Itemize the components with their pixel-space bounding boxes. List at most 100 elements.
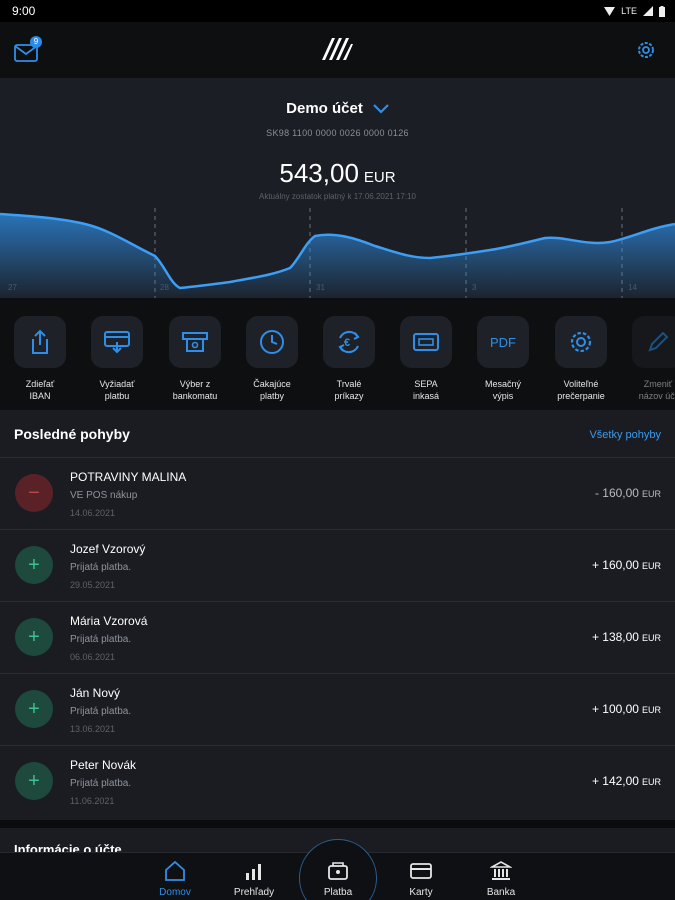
chart-tick: 3 xyxy=(472,283,477,292)
transaction-amount: + 138,00 EUR xyxy=(592,630,661,644)
transaction-date: 14.06.2021 xyxy=(70,508,116,518)
card-icon xyxy=(410,863,432,879)
action-label: Voliteľné prečerpanie xyxy=(557,379,605,401)
amount-currency: EUR xyxy=(641,489,661,499)
nav-overviews[interactable]: Prehľady xyxy=(219,859,289,898)
nav-label: Banka xyxy=(486,887,516,898)
transaction-name: Jozef Vzorový xyxy=(70,542,146,556)
nav-payment[interactable]: Platba xyxy=(303,859,373,898)
transaction-date: 29.05.2021 xyxy=(70,580,116,590)
all-transactions-link[interactable]: Všetky pohyby xyxy=(589,429,661,441)
transaction-description: Prijatá platba. xyxy=(70,562,132,573)
signal-icon xyxy=(643,6,653,16)
chart-tick: 28 xyxy=(160,283,169,292)
bar-chart-icon xyxy=(246,864,261,880)
nav-bank[interactable]: Banka xyxy=(466,859,536,898)
bottom-navigation: Domov Prehľady Platba Karty Banka xyxy=(0,839,675,900)
transaction-description: Prijatá platba. xyxy=(70,778,132,789)
account-name: Demo účet xyxy=(286,100,363,117)
action-pending-payments[interactable]: Čakajúce platby xyxy=(245,316,299,402)
action-label: Zdieľať IBAN xyxy=(25,379,55,401)
action-label: Zmeniť názov úč. xyxy=(638,379,675,401)
bank-logo xyxy=(322,38,353,60)
transaction-name: Mária Vzorová xyxy=(70,614,148,628)
action-optional-overdraft[interactable]: Voliteľné prečerpanie xyxy=(554,316,608,402)
action-rename-account[interactable]: Zmeniť názov úč. xyxy=(631,316,675,402)
amount-value: + 160,00 xyxy=(591,558,639,572)
transaction-date: 06.06.2021 xyxy=(70,652,116,662)
account-iban: SK98 1100 0000 0026 0000 0126 xyxy=(266,128,409,138)
share-icon xyxy=(32,329,48,354)
transaction-row[interactable]: + Jozef Vzorový Prijatá platba. 29.05.20… xyxy=(0,529,675,601)
gear-icon xyxy=(570,331,592,353)
action-request-payment[interactable]: Vyžiadať platbu xyxy=(90,316,144,402)
standing-order-icon: € xyxy=(338,330,360,354)
nav-label: Domov xyxy=(159,887,191,898)
transaction-description: VE POS nákup xyxy=(70,490,138,501)
account-selector[interactable]: Demo účet xyxy=(0,100,675,117)
action-label: Výber z bankomatu xyxy=(172,379,218,401)
transaction-name: POTRAVINY MALINA xyxy=(70,470,187,484)
nav-home[interactable]: Domov xyxy=(140,859,210,898)
nav-cards[interactable]: Karty xyxy=(386,859,456,898)
credit-icon: + xyxy=(15,546,53,584)
transaction-row[interactable]: + Peter Novák Prijatá platba. 11.06.2021… xyxy=(0,745,675,817)
status-time: 9:00 xyxy=(12,4,36,18)
recent-transactions: Posledné pohyby Všetky pohyby − POTRAVIN… xyxy=(0,410,675,820)
amount-value: + 138,00 xyxy=(591,630,639,644)
account-overview: Demo účet SK98 1100 0000 0026 0000 0126 … xyxy=(0,78,675,298)
quick-actions: Zdieľať IBAN Vyžiadať platbu Výber z ban… xyxy=(0,298,675,410)
amount-value: - 160,00 xyxy=(594,486,639,500)
transaction-date: 13.06.2021 xyxy=(70,724,116,734)
status-icons: LTE xyxy=(604,5,665,17)
balance-area xyxy=(0,214,675,298)
transaction-amount: + 100,00 EUR xyxy=(592,702,661,716)
network-type: LTE xyxy=(621,6,637,16)
amount-value: + 142,00 xyxy=(591,774,639,788)
pdf-statement-icon: PDF xyxy=(490,334,516,350)
wifi-icon xyxy=(604,6,616,16)
nav-label: Karty xyxy=(409,887,433,898)
transaction-amount: + 142,00 EUR xyxy=(592,774,661,788)
action-label: SEPA inkasá xyxy=(412,379,439,401)
chevron-down-icon xyxy=(373,103,389,114)
action-standing-orders[interactable]: € Trvalé príkazy xyxy=(322,316,376,402)
transaction-row[interactable]: − POTRAVINY MALINA VE POS nákup 14.06.20… xyxy=(0,457,675,529)
bank-icon xyxy=(490,861,512,880)
svg-text:€: € xyxy=(344,337,350,349)
app-header: 9 xyxy=(0,22,675,78)
transaction-description: Prijatá platba. xyxy=(70,634,132,645)
balance-amount: 543,00 xyxy=(279,158,359,188)
action-monthly-statement[interactable]: PDF Mesačný výpis xyxy=(476,316,530,402)
chart-tick: 27 xyxy=(8,283,17,292)
amount-currency: EUR xyxy=(641,633,661,643)
action-label: Vyžiadať platbu xyxy=(99,379,135,401)
amount-value: + 100,00 xyxy=(591,702,639,716)
credit-icon: + xyxy=(15,762,53,800)
account-balance: 543,00 EUR xyxy=(0,158,675,189)
chart-tick: 14 xyxy=(628,283,637,292)
credit-icon: + xyxy=(15,690,53,728)
transaction-date: 11.06.2021 xyxy=(70,796,115,806)
pencil-icon xyxy=(648,331,669,352)
messages-button[interactable]: 9 xyxy=(14,36,46,64)
home-icon xyxy=(165,861,185,881)
action-label: Trvalé príkazy xyxy=(334,379,364,401)
balance-history-chart: 27 28 31 3 14 xyxy=(0,208,675,298)
action-label: Čakajúce platby xyxy=(253,379,291,401)
wallet-icon xyxy=(328,862,348,880)
transaction-row[interactable]: + Ján Nový Prijatá platba. 13.06.2021 + … xyxy=(0,673,675,745)
clock-icon xyxy=(260,330,284,354)
transaction-row[interactable]: + Mária Vzorová Prijatá platba. 06.06.20… xyxy=(0,601,675,673)
unread-badge: 9 xyxy=(30,36,42,48)
action-sepa-direct-debits[interactable]: SEPA inkasá xyxy=(399,316,453,402)
balance-currency: EUR xyxy=(363,169,396,186)
action-atm-withdrawal[interactable]: Výber z bankomatu xyxy=(168,316,222,402)
action-share-iban[interactable]: Zdieľať IBAN xyxy=(13,316,67,402)
amount-currency: EUR xyxy=(641,561,661,571)
chart-tick: 31 xyxy=(316,283,325,292)
action-label: Mesačný výpis xyxy=(484,379,521,401)
transaction-description: Prijatá platba. xyxy=(70,706,132,717)
credit-icon: + xyxy=(15,618,53,656)
gear-icon[interactable] xyxy=(634,38,658,62)
